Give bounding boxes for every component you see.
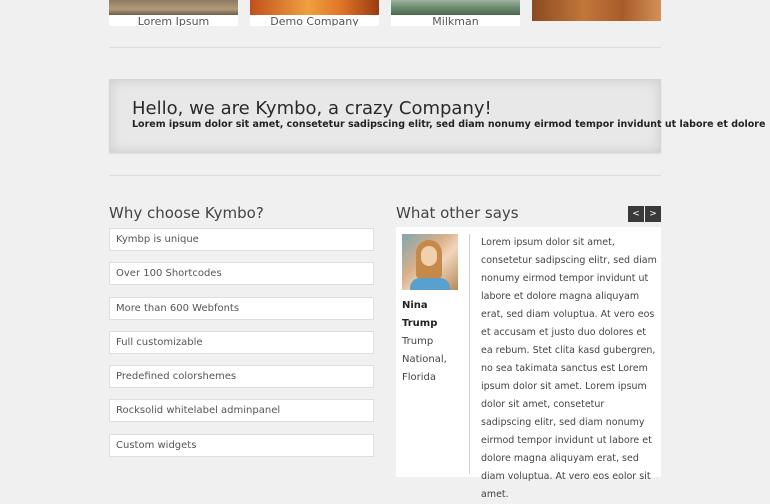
- portfolio-thumbnail: [532, 0, 661, 21]
- feature-item[interactable]: Kymbp is unique: [109, 228, 374, 251]
- author-info: Nina Trump Trump National, Florida: [402, 297, 464, 387]
- intro-box: Hello, we are Kymbo, a crazy Company! Lo…: [109, 79, 765, 153]
- feature-item[interactable]: Over 100 Shortcodes: [109, 262, 374, 286]
- portfolio-strip: Lorem Ipsum Demo Company Milkman: [109, 0, 661, 26]
- testimonials-title: What other says: [396, 204, 519, 222]
- why-choose-title: Why choose Kymbo?: [109, 204, 264, 222]
- feature-item[interactable]: Predefined colorshemes: [109, 365, 374, 389]
- portfolio-thumbnail: [391, 0, 520, 15]
- feature-item[interactable]: Rocksolid whitelabel adminpanel: [109, 399, 374, 423]
- portfolio-thumbnail: [109, 0, 238, 15]
- author-company: Trump National, Florida: [402, 336, 447, 383]
- intro-subtitle: Lorem ipsum dolor sit amet, consetetur s…: [132, 119, 766, 130]
- testimonial-card: Nina Trump Trump National, Florida Lorem…: [396, 227, 661, 500]
- feature-item[interactable]: Full customizable: [109, 330, 374, 354]
- feature-item[interactable]: Custom widgets: [109, 433, 374, 457]
- author-name: Nina Trump: [402, 300, 438, 329]
- portfolio-item[interactable]: Milkman: [391, 0, 520, 26]
- quote-divider: [469, 234, 470, 474]
- author-avatar: [402, 234, 458, 290]
- portfolio-item[interactable]: Demo Company: [250, 0, 379, 26]
- feature-list: Kymbp is unique Over 100 Shortcodes More…: [109, 228, 374, 468]
- testimonial-next-button[interactable]: >: [645, 206, 661, 222]
- portfolio-item[interactable]: [532, 0, 661, 21]
- portfolio-caption: Lorem Ipsum: [137, 15, 210, 26]
- feature-item[interactable]: More than 600 Webfonts: [109, 296, 374, 320]
- testimonial-quote: Lorem ipsum dolor sit amet, consetetur s…: [481, 237, 657, 500]
- section-divider: [109, 47, 661, 48]
- testimonial-prev-button[interactable]: <: [628, 206, 644, 222]
- intro-title: Hello, we are Kymbo, a crazy Company!: [132, 98, 492, 119]
- portfolio-item[interactable]: Lorem Ipsum: [109, 0, 238, 26]
- section-divider: [109, 175, 661, 176]
- portfolio-caption: Milkman: [432, 15, 479, 26]
- portfolio-caption: Demo Company: [270, 15, 359, 26]
- portfolio-thumbnail: [250, 0, 379, 15]
